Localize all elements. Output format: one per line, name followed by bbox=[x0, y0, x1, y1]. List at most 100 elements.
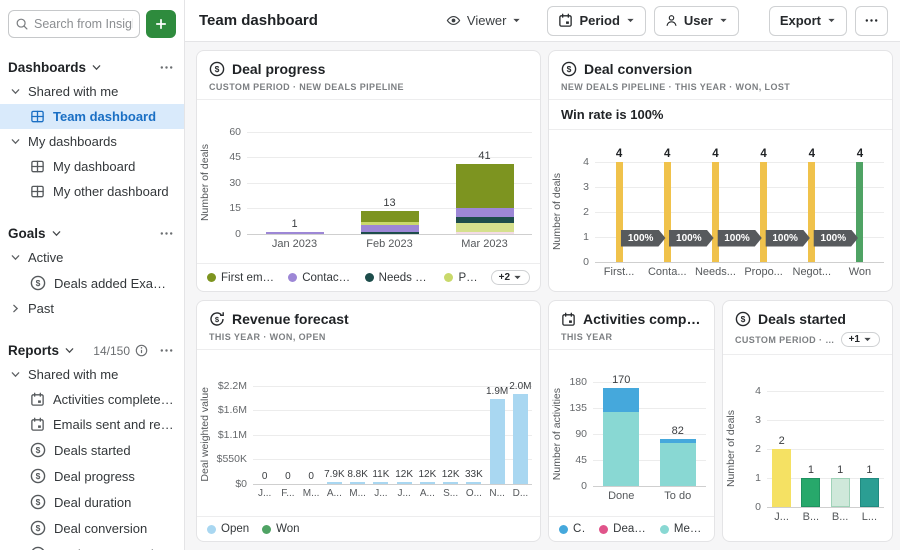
info-icon[interactable] bbox=[135, 344, 148, 357]
legend-item-first-email-sent[interactable]: First email sent bbox=[207, 272, 275, 284]
card-revenue-forecast: $ Revenue forecast THIS YEAR · WON, OPEN… bbox=[196, 300, 541, 542]
search-box[interactable] bbox=[8, 10, 140, 38]
sidebar-group-past[interactable]: Past bbox=[0, 296, 184, 321]
bar-stack bbox=[327, 482, 342, 484]
bar-segment bbox=[456, 217, 514, 224]
win-rate-stat: Win rate is 100% bbox=[549, 100, 892, 130]
deal-icon: $ bbox=[30, 546, 46, 550]
revenue-forecast-legend: Open Won bbox=[197, 516, 540, 541]
bar-stack bbox=[664, 162, 671, 262]
section-menu-button[interactable] bbox=[159, 343, 174, 358]
sidebar-item-deals-added-example-t[interactable]: $Deals added Example t... bbox=[0, 270, 184, 296]
y-tick-label: 2 bbox=[583, 206, 589, 218]
bar-j: 2 bbox=[767, 391, 796, 507]
group-label: Past bbox=[28, 301, 54, 316]
export-label: Export bbox=[780, 13, 821, 28]
bar-segment bbox=[808, 162, 815, 262]
more-button[interactable] bbox=[855, 6, 888, 36]
bar-stack bbox=[801, 478, 820, 507]
viewer-dropdown[interactable]: Viewer bbox=[446, 13, 522, 28]
export-button[interactable]: Export bbox=[769, 6, 847, 36]
bar-stack bbox=[456, 164, 514, 234]
dashboard-icon bbox=[30, 159, 45, 174]
sidebar-group-shared-with-me[interactable]: Shared with me bbox=[0, 362, 184, 387]
bar-stack bbox=[616, 162, 623, 262]
legend-item-open[interactable]: Open bbox=[207, 523, 249, 535]
bar-stack bbox=[443, 482, 458, 484]
deal-icon: $ bbox=[735, 311, 751, 327]
x-tick-label: Propo... bbox=[740, 266, 788, 278]
legend-item-meeting[interactable]: Meeting bbox=[660, 523, 704, 535]
activities-legend: Call Deadline Meeting bbox=[549, 516, 714, 541]
sidebar-item-deal-duration[interactable]: $Deal duration bbox=[0, 489, 184, 515]
chart-body: 1801359045017082DoneTo do bbox=[565, 366, 706, 502]
plus-icon bbox=[154, 17, 168, 31]
card-title: Activities complete... bbox=[583, 311, 702, 327]
legend-dot bbox=[365, 273, 374, 282]
y-tick-label: $2.2M bbox=[218, 380, 247, 392]
sidebar-group-active[interactable]: Active bbox=[0, 245, 184, 270]
section-menu-button[interactable] bbox=[159, 226, 174, 241]
card-title: Deals started bbox=[758, 311, 846, 327]
sidebar-item-deal-conversion[interactable]: $Deal conversion bbox=[0, 515, 184, 541]
bar-jan-2023: 1 bbox=[247, 132, 342, 234]
bar-f: 0 bbox=[276, 386, 299, 484]
sidebar-item-team-dashboard[interactable]: Team dashboard bbox=[0, 104, 184, 129]
add-button[interactable] bbox=[146, 10, 176, 38]
period-button[interactable]: Period bbox=[547, 6, 645, 36]
bar-segment bbox=[466, 482, 481, 484]
caret-down-icon bbox=[512, 16, 521, 25]
sidebar-item-deals-started[interactable]: $Deals started bbox=[0, 437, 184, 463]
y-axis-title: Number of deals bbox=[725, 410, 739, 487]
sidebar-item-my-dashboard[interactable]: My dashboard bbox=[0, 154, 184, 179]
plot-area: 11341 bbox=[247, 116, 532, 234]
legend-item-propo[interactable]: Propo bbox=[444, 272, 477, 284]
svg-text:$: $ bbox=[567, 64, 572, 74]
section-header-goals[interactable]: Goals bbox=[0, 222, 184, 245]
sidebar-item-activities-completed-an[interactable]: Activities completed an... bbox=[0, 387, 184, 412]
y-tick-label: 15 bbox=[229, 202, 241, 214]
plot-column: 444444100%100%100%100%100%First...Conta.… bbox=[595, 146, 884, 278]
y-tick-label: 30 bbox=[229, 177, 241, 189]
sidebar-item-deal-progress[interactable]: $Deal progress bbox=[0, 463, 184, 489]
y-tick-label: 4 bbox=[583, 156, 589, 168]
legend-more-pill[interactable]: +2 bbox=[491, 270, 530, 285]
topbar: Team dashboard Viewer Period User Export bbox=[185, 0, 900, 42]
legend-item-contact-made[interactable]: Contact Made bbox=[288, 272, 351, 284]
legend-item-deadline[interactable]: Deadline bbox=[599, 523, 647, 535]
plot-column: 11341Jan 2023Feb 2023Mar 2023 bbox=[247, 116, 532, 250]
sidebar-item-emails-sent-and-received[interactable]: Emails sent and received bbox=[0, 412, 184, 437]
filters-more-pill[interactable]: +1 bbox=[841, 332, 880, 347]
user-button[interactable]: User bbox=[654, 6, 739, 36]
bar-value-label: 170 bbox=[612, 374, 630, 386]
search-input[interactable] bbox=[34, 17, 133, 31]
bar-stack bbox=[808, 162, 815, 262]
y-tick-label: 180 bbox=[569, 376, 587, 388]
legend-item-call[interactable]: Call bbox=[559, 523, 586, 535]
bar-segment bbox=[456, 208, 514, 217]
pill-label: +2 bbox=[499, 272, 510, 283]
card-header: Activities complete... bbox=[549, 301, 714, 329]
x-tick-label: B... bbox=[796, 511, 825, 523]
legend-item-won[interactable]: Won bbox=[262, 523, 299, 535]
y-tick-label: $1.1M bbox=[218, 429, 247, 441]
bar-value-label: 7.9K bbox=[324, 469, 345, 480]
bar-stack bbox=[603, 388, 639, 486]
sidebar-item-my-other-dashboard[interactable]: My other dashboard bbox=[0, 179, 184, 204]
legend-item-needs-defined[interactable]: Needs Defined bbox=[365, 272, 432, 284]
bar-segment bbox=[456, 223, 514, 232]
x-tick-label: D... bbox=[509, 488, 532, 499]
sidebar-group-my-dashboards[interactable]: My dashboards bbox=[0, 129, 184, 154]
bar-s: 12K bbox=[439, 386, 462, 484]
item-label: Deal duration bbox=[54, 495, 131, 510]
y-tick-label: 135 bbox=[569, 402, 587, 414]
bar-segment bbox=[760, 162, 767, 262]
sidebar-group-shared-with-me[interactable]: Shared with me bbox=[0, 79, 184, 104]
section-menu-button[interactable] bbox=[159, 60, 174, 75]
user-label: User bbox=[684, 13, 713, 28]
section-header-dashboards[interactable]: Dashboards bbox=[0, 56, 184, 79]
bar-b: 1 bbox=[826, 391, 855, 507]
section-header-reports[interactable]: Reports14/150 bbox=[0, 339, 184, 362]
bar-value-label: 4 bbox=[712, 148, 718, 160]
sidebar-item-deals-won-over-time[interactable]: $Deals won over time bbox=[0, 541, 184, 550]
